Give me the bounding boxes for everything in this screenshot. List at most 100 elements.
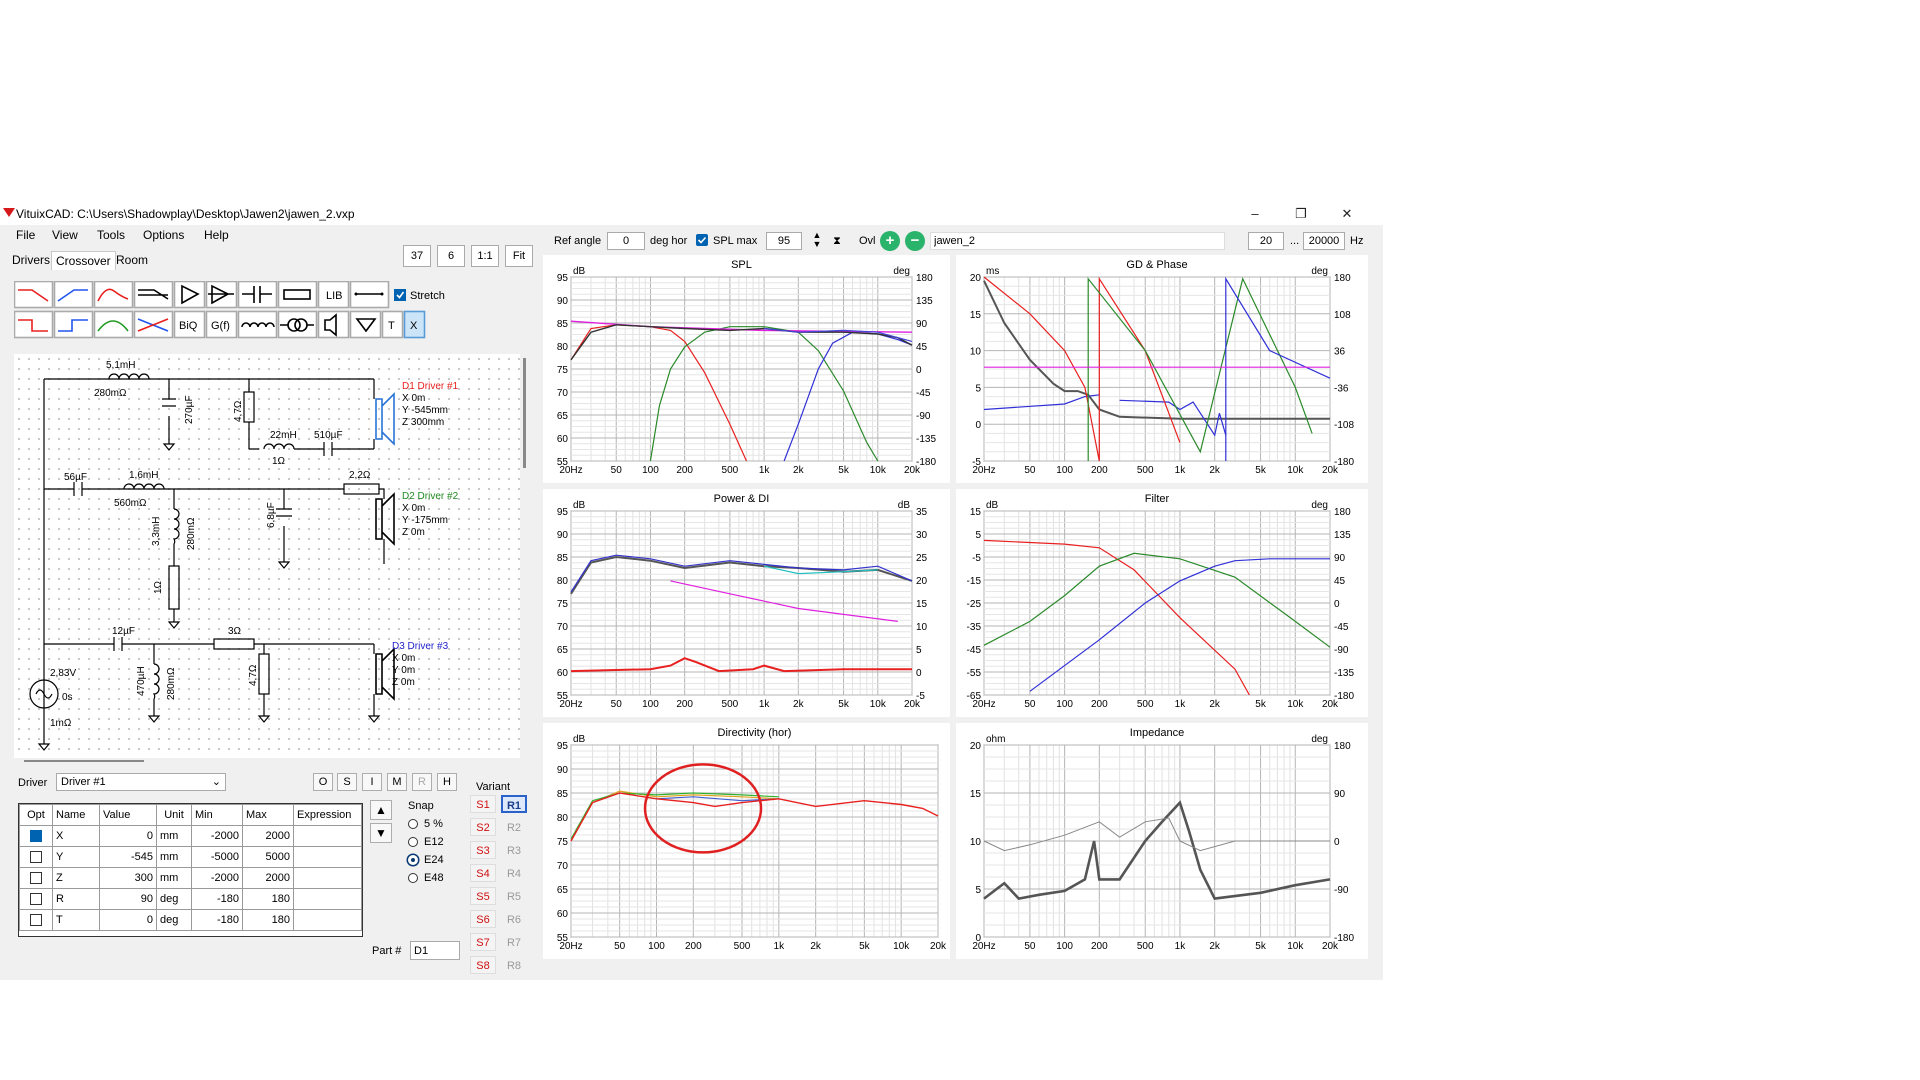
close-button[interactable]: ✕ — [1324, 203, 1370, 225]
amplifier-icon[interactable] — [173, 281, 206, 309]
resistor-icon[interactable] — [277, 281, 318, 309]
variant-r-button[interactable]: R2 — [501, 818, 527, 836]
max-cell[interactable]: 180 — [242, 888, 294, 910]
variant-s-button[interactable]: S1 — [470, 795, 496, 813]
max-cell[interactable]: 2000 — [242, 825, 294, 847]
value-cell[interactable]: 300 — [99, 867, 157, 889]
table-row[interactable]: Z 300 mm -2000 2000 — [19, 867, 362, 889]
speaker-icon[interactable] — [317, 310, 350, 339]
driver-select[interactable]: Driver #1 ⌄ — [56, 773, 226, 791]
unit-cell[interactable]: deg — [156, 909, 192, 931]
component-label-r4[interactable]: 3Ω — [228, 626, 242, 637]
component-label-r1[interactable]: 4,7Ω — [233, 400, 244, 422]
min-cell[interactable]: -180 — [191, 909, 243, 931]
buffer-icon[interactable] — [205, 281, 238, 309]
snap-radio[interactable] — [408, 855, 418, 866]
maximize-button[interactable]: ❐ — [1278, 203, 1324, 225]
part-input[interactable] — [410, 941, 460, 960]
tab-crossover[interactable]: Crossover — [51, 251, 116, 270]
stretch-checkbox[interactable] — [394, 289, 406, 301]
inductor-icon[interactable] — [237, 310, 278, 339]
unit-cell[interactable]: deg — [156, 888, 192, 910]
add-overlay-icon[interactable]: + — [880, 231, 900, 251]
menu-help[interactable]: Help — [204, 228, 229, 242]
highpass-filter-icon[interactable] — [53, 281, 94, 309]
allpass-icon[interactable] — [133, 281, 174, 309]
transformer-icon[interactable] — [277, 310, 318, 339]
mode-button-m[interactable]: M — [387, 773, 407, 791]
opt-checkbox[interactable] — [30, 893, 42, 906]
snap-option[interactable]: E48 — [408, 869, 468, 887]
component-label-c1[interactable]: 270µF — [184, 395, 195, 424]
component-label-r3[interactable]: 1Ω — [153, 580, 164, 594]
unit-cell[interactable]: mm — [156, 825, 192, 847]
variant-r-button[interactable]: R4 — [501, 864, 527, 882]
move-down-button[interactable]: ▼ — [370, 823, 392, 843]
lowpass-step-icon[interactable] — [14, 310, 54, 339]
expression-cell[interactable] — [293, 846, 362, 868]
max-cell[interactable]: 180 — [242, 909, 294, 931]
variant-s-button[interactable]: S8 — [470, 956, 496, 974]
component-label-l5[interactable]: 470µH — [136, 666, 147, 696]
minimize-button[interactable]: – — [1232, 203, 1278, 225]
opt-checkbox[interactable] — [30, 830, 42, 843]
wire-icon[interactable] — [349, 281, 390, 309]
variant-r-button[interactable]: R3 — [501, 841, 527, 859]
variant-r-button[interactable]: R5 — [501, 887, 527, 905]
highpass-step-icon[interactable] — [53, 310, 94, 339]
menu-tools[interactable]: Tools — [97, 228, 125, 242]
variant-r-button[interactable]: R8 — [501, 956, 527, 974]
min-cell[interactable]: -2000 — [191, 867, 243, 889]
directivity-chart[interactable]: Directivity (hor) dB 95 90 85 80 75 70 65 60 55 20H… — [543, 723, 950, 959]
min-cell[interactable]: -180 — [191, 888, 243, 910]
schematic-hscroll[interactable] — [24, 760, 144, 762]
name-cell[interactable]: Z — [52, 867, 100, 889]
expression-cell[interactable] — [293, 888, 362, 910]
tab-drivers[interactable]: Drivers — [8, 251, 54, 269]
expression-cell[interactable] — [293, 909, 362, 931]
tab-room[interactable]: Room — [112, 251, 152, 269]
name-cell[interactable]: R — [52, 888, 100, 910]
mode-button-h[interactable]: H — [437, 773, 457, 791]
snap-radio[interactable] — [408, 873, 418, 884]
spl-max-checkbox[interactable] — [696, 234, 708, 246]
expression-cell[interactable] — [293, 867, 362, 889]
table-row[interactable]: Y -545 mm -5000 5000 — [19, 846, 362, 868]
gd-phase-chart[interactable]: GD & Phase ms deg 20 15 10 5 0 -5 180 108 36 -36 -108… — [956, 255, 1368, 483]
unit-cell[interactable]: mm — [156, 867, 192, 889]
fit-button[interactable]: Fit — [505, 245, 533, 267]
variant-s-button[interactable]: S2 — [470, 818, 496, 836]
variant-r-button[interactable]: R6 — [501, 910, 527, 928]
bandpass-filter-icon[interactable] — [93, 281, 134, 309]
variant-r-button[interactable]: R7 — [501, 933, 527, 951]
variant-s-button[interactable]: S5 — [470, 887, 496, 905]
spl-range-icon[interactable]: ⧗ — [830, 231, 844, 251]
value-cell[interactable]: 90 — [99, 888, 157, 910]
menu-view[interactable]: View — [52, 228, 78, 242]
variant-s-button[interactable]: S4 — [470, 864, 496, 882]
mode-button-o[interactable]: O — [313, 773, 333, 791]
variant-s-button[interactable]: S7 — [470, 933, 496, 951]
menu-options[interactable]: Options — [143, 228, 184, 242]
component-label-c3[interactable]: 56µF — [64, 472, 87, 483]
peak-filter-icon[interactable] — [93, 310, 134, 339]
variant-s-button[interactable]: S3 — [470, 841, 496, 859]
ground-icon[interactable] — [349, 310, 382, 339]
snap-radio[interactable] — [408, 837, 418, 848]
driver1-label[interactable]: D1 Driver #1 — [402, 381, 459, 392]
snap-radio[interactable] — [408, 819, 418, 830]
opt-checkbox[interactable] — [30, 851, 42, 864]
component-label-l4[interactable]: 3,3mH — [151, 517, 162, 546]
component-label-l3[interactable]: 1,6mH — [129, 470, 158, 481]
mode-button-r[interactable]: R — [412, 773, 432, 791]
one-to-one-button[interactable]: 1:1 — [471, 245, 499, 267]
filter-chart[interactable]: Filter dB deg 15 5 -5 -15 -25 -35 -45 -55 -65 180 135… — [956, 489, 1368, 717]
move-up-button[interactable]: ▲ — [370, 800, 392, 820]
overlay-name-input[interactable] — [930, 232, 1225, 250]
component-label-l2[interactable]: 22mH — [270, 430, 297, 441]
name-cell[interactable]: Y — [52, 846, 100, 868]
impedance-chart[interactable]: Impedance ohm deg 20 15 10 5 0 180 90 0 -90 -180 20Hz… — [956, 723, 1368, 959]
component-label-l1[interactable]: 5,1mH — [106, 360, 135, 371]
table-row[interactable]: X 0 mm -2000 2000 — [19, 825, 362, 847]
max-cell[interactable]: 2000 — [242, 867, 294, 889]
